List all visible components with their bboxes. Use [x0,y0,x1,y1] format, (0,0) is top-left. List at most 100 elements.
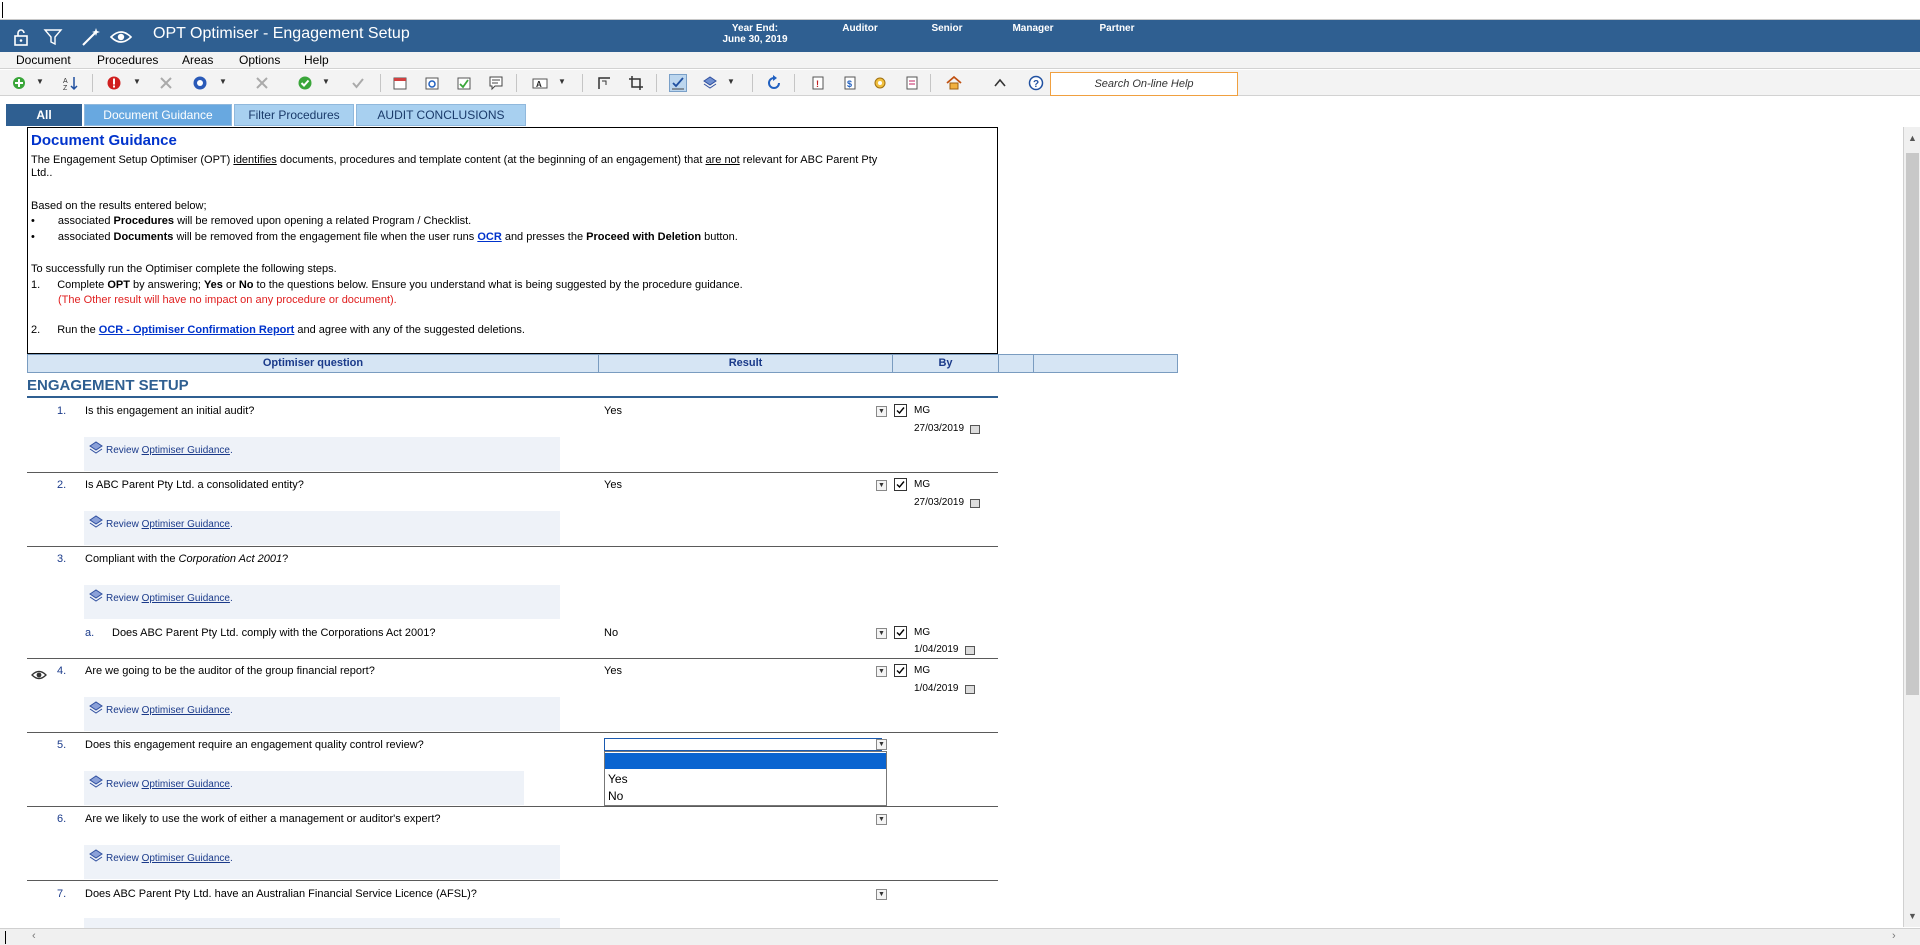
question-text: Does this engagement require an engageme… [85,739,424,751]
calendar-icon[interactable] [965,646,975,655]
header-manager: Manager [1012,23,1054,34]
text-format-dropdown-icon[interactable]: ▼ [558,76,567,88]
result-dropdown-button[interactable]: ▼ [876,814,887,825]
optimiser-guidance-link[interactable]: Review Optimiser Guidance. [106,705,233,716]
tab-audit-conclusions[interactable]: AUDIT CONCLUSIONS [356,104,526,126]
skip-icon[interactable] [158,75,174,91]
question-number: 4. [57,665,67,677]
scroll-thumb[interactable] [1906,153,1919,695]
result-dropdown-button[interactable]: ▼ [876,889,887,900]
dropdown-option-no[interactable]: No [605,788,886,804]
header-year-end: Year End: June 30, 2019 [722,23,788,45]
signoff-checkbox[interactable] [894,626,907,639]
tab-document-guidance[interactable]: Document Guidance [84,104,232,126]
result-dropdown-button[interactable]: ▼ [876,480,887,491]
signoff-checkbox[interactable] [894,404,907,417]
error-icon[interactable] [106,75,122,91]
vertical-scrollbar[interactable]: ▲ ▼ [1903,127,1920,927]
comment-icon[interactable] [488,75,504,91]
home-icon[interactable] [946,75,962,91]
refresh-icon[interactable] [766,75,782,91]
guidance-row: Review Optimiser Guidance. [84,511,560,545]
collapse-icon[interactable] [992,75,1008,91]
scroll-right-icon[interactable]: › [1892,930,1896,942]
eye-icon[interactable] [31,669,47,681]
calendar-icon[interactable] [970,499,980,508]
crop-icon[interactable] [628,75,644,91]
scroll-down-icon[interactable]: ▼ [1904,911,1920,925]
dropdown-option-blank[interactable] [605,753,886,769]
guidance-icon [88,589,104,603]
status-icon[interactable] [192,75,208,91]
review-icon[interactable] [424,75,440,91]
guidance-based-on: Based on the results entered below; [31,200,207,212]
complete-icon[interactable] [297,75,313,91]
unlock-icon[interactable] [10,26,32,48]
menu-help[interactable]: Help [304,53,329,67]
column-header: Optimiser question Result By [27,354,1178,373]
remove-icon[interactable] [254,75,270,91]
settings-icon[interactable] [872,75,888,91]
text-format-icon[interactable]: A [532,75,548,91]
sort-icon[interactable]: AZ [62,75,78,91]
signoff-checkbox[interactable] [894,664,907,677]
optimiser-guidance-link[interactable]: Review Optimiser Guidance. [106,593,233,604]
menu-procedures[interactable]: Procedures [97,53,158,67]
result-dropdown-list: Yes No [604,751,887,806]
guidance-dropdown-icon[interactable]: ▼ [727,76,736,88]
guidance-icon [88,441,104,455]
section-title: ENGAGEMENT SETUP [27,377,998,398]
eye-icon[interactable] [110,26,132,48]
question-text: Are we going to be the auditor of the gr… [85,665,375,677]
calendar-icon[interactable] [970,425,980,434]
report-icon[interactable] [904,75,920,91]
signoff-icon[interactable] [456,75,472,91]
guidance-bullet-procedures: • associated Procedures will be removed u… [31,215,472,227]
tab-filter-procedures[interactable]: Filter Procedures [234,104,354,126]
finance-icon[interactable]: $ [842,75,858,91]
complete-dropdown-icon[interactable]: ▼ [322,76,331,88]
result-dropdown-button[interactable]: ▼ [876,666,887,677]
layout-icon[interactable] [596,75,612,91]
ocr-link[interactable]: OCR [477,231,501,243]
horizontal-scrollbar[interactable]: ‹ › [0,928,1920,945]
search-help-input[interactable]: Search On-line Help [1050,72,1238,96]
opt-icon[interactable] [669,74,687,92]
scroll-up-icon[interactable]: ▲ [1904,133,1920,147]
optimiser-guidance-link[interactable]: Review Optimiser Guidance. [106,779,233,790]
result-dropdown-button[interactable]: ▼ [876,406,887,417]
optimiser-guidance-link[interactable]: Review Optimiser Guidance. [106,853,233,864]
menu-options[interactable]: Options [239,53,280,67]
optimiser-guidance-link[interactable]: Review Optimiser Guidance. [106,445,233,456]
signoff-checkbox[interactable] [894,478,907,491]
result-dropdown-button[interactable]: ▼ [876,628,887,639]
help-icon[interactable]: ? [1028,75,1044,91]
uncomplete-icon[interactable] [350,75,366,91]
menu-areas[interactable]: Areas [182,53,213,67]
guidance-icon[interactable] [702,75,718,91]
guidance-intro-cont: Ltd.. [31,167,53,179]
dropdown-option-yes[interactable]: Yes [605,771,886,787]
calendar-icon[interactable] [965,685,975,694]
ocr-report-link[interactable]: OCR - Optimiser Confirmation Report [99,324,295,336]
status-dropdown-icon[interactable]: ▼ [219,76,228,88]
guidance-row: Review Optimiser Guidance. [84,585,560,619]
menu-document[interactable]: Document [16,53,71,67]
guidance-icon [88,849,104,863]
add-icon[interactable] [11,75,27,91]
error-dropdown-icon[interactable]: ▼ [133,76,142,88]
result-dropdown-button[interactable]: ▼ [876,739,887,750]
filter-icon[interactable] [42,26,64,48]
guidance-row: Review Optimiser Guidance. [84,437,560,471]
scroll-left-icon[interactable]: ‹ [32,930,36,942]
add-dropdown-icon[interactable]: ▼ [36,76,45,88]
result-select-open[interactable] [604,738,882,751]
info-icon[interactable]: ! [810,75,826,91]
magic-wand-icon[interactable] [80,26,102,48]
optimiser-guidance-link[interactable]: Review Optimiser Guidance. [106,519,233,530]
guidance-icon [88,515,104,529]
guidance-row: Review Optimiser Guidance. [84,697,560,731]
question-text: Does ABC Parent Pty Ltd. comply with the… [112,627,436,639]
document-icon[interactable] [392,75,408,91]
tab-all[interactable]: All [6,104,82,126]
